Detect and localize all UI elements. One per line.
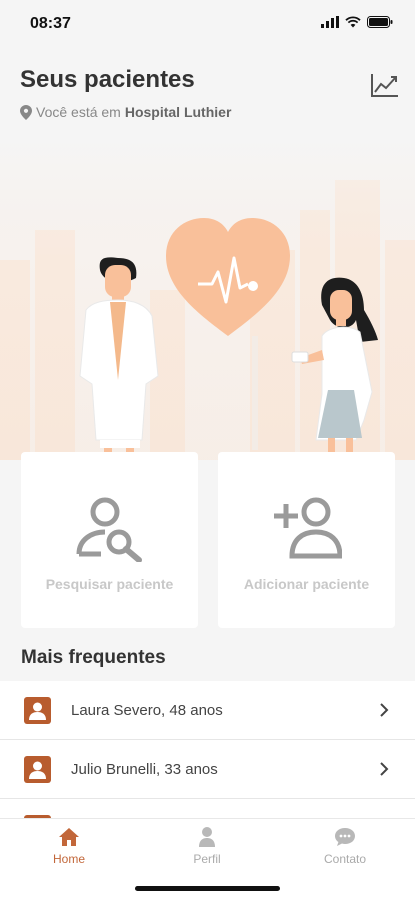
location-name: Hospital Luthier xyxy=(124,104,232,120)
user-icon xyxy=(199,827,215,847)
list-item[interactable]: Julio Brunelli, 33 anos xyxy=(0,740,415,799)
tab-perfil[interactable]: Perfil xyxy=(162,827,252,866)
patient-name: Julio Brunelli, 33 anos xyxy=(71,760,218,778)
tab-home-label: Home xyxy=(52,852,85,866)
search-user-icon xyxy=(76,497,142,562)
wifi-icon xyxy=(345,16,361,28)
chart-icon[interactable] xyxy=(370,72,400,98)
location-prefix: Você está em xyxy=(36,104,121,120)
hero-illustration xyxy=(0,140,415,460)
status-icons xyxy=(321,16,393,28)
status-bar: 08:37 xyxy=(0,0,415,50)
avatar-icon xyxy=(24,755,51,783)
chevron-right-icon xyxy=(380,703,389,717)
location: Você está em Hospital Luthier xyxy=(20,104,400,120)
home-icon xyxy=(59,828,79,846)
patient-name: Laura Severo, 48 anos xyxy=(71,701,223,719)
chevron-right-icon xyxy=(380,762,389,776)
section-title: Mais frequentes xyxy=(21,647,166,668)
add-patient-card[interactable]: Adicionar paciente xyxy=(218,452,395,628)
signal-icon xyxy=(321,16,339,28)
doctors-illustration xyxy=(0,140,415,460)
header: Seus pacientes Você está em Hospital Lut… xyxy=(20,66,400,120)
add-patient-label: Adicionar paciente xyxy=(243,576,370,592)
search-patient-card[interactable]: Pesquisar paciente xyxy=(21,452,198,628)
tab-perfil-label: Perfil xyxy=(193,852,221,866)
tab-contato-label: Contato xyxy=(323,852,367,866)
add-user-icon xyxy=(273,497,342,559)
avatar-icon xyxy=(24,696,51,724)
tab-home[interactable]: Home xyxy=(24,827,114,866)
location-pin-icon xyxy=(20,104,32,120)
home-indicator xyxy=(135,886,280,891)
page-title: Seus pacientes xyxy=(20,66,195,93)
tab-contato[interactable]: Contato xyxy=(300,827,390,866)
battery-icon xyxy=(367,16,393,28)
search-patient-label: Pesquisar paciente xyxy=(45,576,174,592)
list-item[interactable]: Laura Severo, 48 anos xyxy=(0,681,415,740)
chat-icon xyxy=(335,828,355,846)
status-time: 08:37 xyxy=(30,15,71,32)
